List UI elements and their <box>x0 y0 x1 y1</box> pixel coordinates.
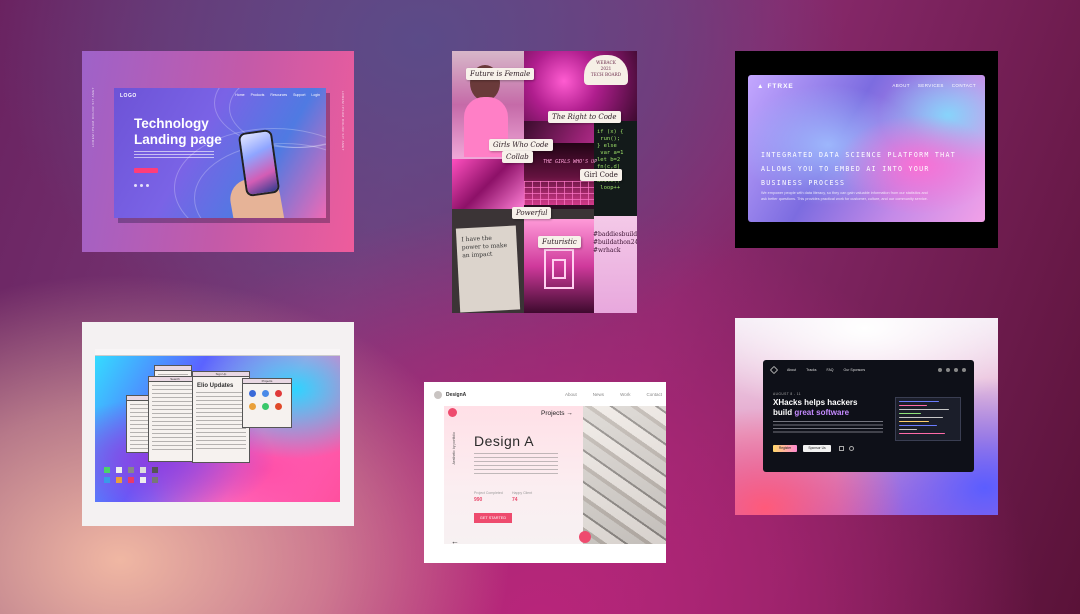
ftrxe-thumbnail[interactable]: ▲ FTRXE ABOUT SERVICES CONTACT INTEGRATE… <box>735 51 998 248</box>
neon-sign-text: THE GIRLS WHO'S UP <box>543 159 598 165</box>
design-a-title: Design A <box>474 433 535 449</box>
projects-link[interactable]: Projects → <box>541 410 573 417</box>
github-icon[interactable] <box>849 446 854 451</box>
design-a-description <box>474 453 558 477</box>
design-a-nav: DesignA About News Work Contact <box>424 382 666 408</box>
landing-page-mockup: LOGO Home Products Resources Support Log… <box>114 88 326 218</box>
discord-icon[interactable] <box>839 446 844 451</box>
nav-work[interactable]: Work <box>620 392 630 397</box>
weback-badge: WEBACK 2021 TECH BOARD <box>584 55 628 85</box>
sponsor-us-button[interactable]: Sponsor Us <box>803 445 831 452</box>
back-arrow-icon[interactable]: ← <box>451 537 459 546</box>
label-girl-code: Girl Code <box>580 169 622 181</box>
logo-text: LOGO <box>120 93 137 99</box>
nav-faq[interactable]: FAQ <box>827 368 834 372</box>
nav-login[interactable]: Login <box>311 93 320 97</box>
label-future-is-female: Future is Female <box>466 68 535 80</box>
nav-news[interactable]: News <box>593 392 604 397</box>
label-girls-who-code: Girls Who Code <box>489 139 553 151</box>
event-date: AUGUST 8 - 11 <box>773 392 801 396</box>
nav-about[interactable]: About <box>787 368 796 372</box>
technology-landing-thumbnail[interactable]: LOGO Home Products Resources Support Log… <box>82 51 354 252</box>
moodboard-collage-thumbnail[interactable]: if (x) { run();} else var a=1 let b=2 fn(c… <box>452 51 637 313</box>
stat-label: Happy Client <box>512 491 533 495</box>
brand-logo-icon <box>434 391 442 399</box>
label-futuristic: Futuristic <box>538 236 581 248</box>
side-text-left: LOREM IPSUM DOLOR SIT AMET <box>91 87 95 147</box>
accent-dot <box>579 531 591 543</box>
xhacks-thumbnail[interactable]: About Tracks FAQ Our Sponsors AUGUST 8 -… <box>735 318 998 515</box>
stat-value: 990 <box>474 497 483 503</box>
design-sketch-photo <box>583 406 666 544</box>
nav-resources[interactable]: Resources <box>270 93 287 97</box>
ftrxe-headline: INTEGRATED DATA SCIENCE PLATFORM THAT AL… <box>761 151 956 187</box>
carousel-dots[interactable] <box>134 184 149 187</box>
nav-services[interactable]: SERVICES <box>918 83 944 88</box>
desktop-icons[interactable] <box>104 467 160 483</box>
retro-desktop-thumbnail[interactable]: Search Sign Up Elio Updates Projects <box>82 322 354 526</box>
menu-bar <box>95 349 340 356</box>
side-caption: Aesthetic by portfolio <box>452 432 456 465</box>
logo-mark-icon: ▲ <box>757 83 765 90</box>
stat-value: 74 <box>512 497 518 503</box>
hero-title: Technology Landing page <box>134 116 222 147</box>
neon-tunnel-photo <box>524 219 594 313</box>
xhacks-logo-icon[interactable] <box>769 365 779 375</box>
ftrxe-body: We empower people with data literacy, so… <box>761 191 928 201</box>
side-text-right: LOREM IPSUM DOLOR SIT AMET <box>341 91 345 151</box>
stat-label: Project Completed <box>474 491 503 495</box>
nav-sponsors[interactable]: Our Sponsors <box>844 368 866 372</box>
nav-tracks[interactable]: Tracks <box>806 368 816 372</box>
terminal-window <box>895 397 961 441</box>
ftrxe-landing-mockup: ▲ FTRXE ABOUT SERVICES CONTACT INTEGRATE… <box>748 75 985 222</box>
hero-subtitle <box>134 151 214 158</box>
top-nav: Home Products Resources Support Login <box>235 93 320 97</box>
xhacks-nav: About Tracks FAQ Our Sponsors <box>787 368 865 372</box>
register-button[interactable]: Register <box>773 445 797 452</box>
xhacks-landing-mockup: About Tracks FAQ Our Sponsors AUGUST 8 -… <box>763 360 974 472</box>
elio-updates-title: Elio Updates <box>197 383 234 389</box>
nav-contact[interactable]: Contact <box>646 392 662 397</box>
nav-support[interactable]: Support <box>293 93 305 97</box>
design-a-thumbnail[interactable]: DesignA About News Work Contact Projects… <box>424 382 666 563</box>
nav-contact[interactable]: CONTACT <box>952 83 976 88</box>
note-card: I have the power to make an impact <box>455 225 521 313</box>
label-collab: Collab <box>502 151 533 163</box>
label-right-to-code: The Right to Code <box>548 111 621 123</box>
label-powerful: Powerful <box>512 207 552 219</box>
accent-dot <box>448 408 457 417</box>
pink-shapes-photo <box>452 159 524 209</box>
nav-products[interactable]: Products <box>251 93 265 97</box>
get-started-button[interactable]: GET STARTED <box>474 513 512 523</box>
nav-about[interactable]: ABOUT <box>892 83 910 88</box>
hashtags: #baddiesbuild #buildathon24 #wrhack <box>593 231 637 254</box>
read-more-button[interactable] <box>134 168 158 173</box>
nav-about[interactable]: About <box>565 392 577 397</box>
ftrxe-logo: ▲ FTRXE <box>757 83 794 90</box>
social-icons[interactable] <box>938 368 966 372</box>
window-projects[interactable]: Projects <box>242 378 292 428</box>
xhacks-body <box>773 421 883 435</box>
design-a-brand[interactable]: DesignA <box>434 391 466 399</box>
xhacks-headline: XHacks helps hackers build great softwar… <box>773 398 858 417</box>
ftrxe-nav: ABOUT SERVICES CONTACT <box>892 83 976 88</box>
nav-home[interactable]: Home <box>235 93 244 97</box>
